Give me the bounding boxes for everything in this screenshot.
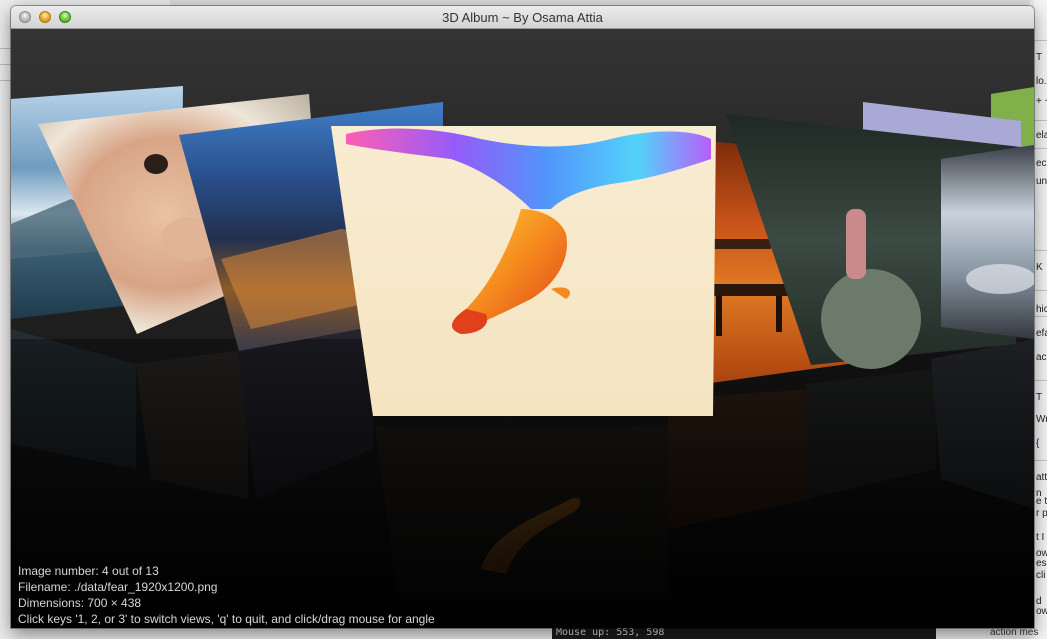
background-divider [1034, 460, 1047, 461]
background-right-snippet: ow [1036, 606, 1047, 617]
background-right-snippet: T [1036, 52, 1043, 63]
background-right-snippet: ec [1036, 158, 1047, 169]
background-divider [1034, 120, 1047, 121]
background-right-snippet: efa [1036, 328, 1047, 339]
filename-text: Filename: ./data/fear_1920x1200.png [18, 580, 218, 594]
background-right-snippet: atti [1036, 472, 1047, 483]
background-divider [1034, 250, 1047, 251]
photo-silver-car[interactable] [941, 145, 1034, 339]
background-right-snippet: ess [1036, 558, 1047, 569]
background-right-snippet: lo.c [1036, 76, 1047, 87]
background-footer-text: action mes [990, 627, 1039, 638]
background-right-snippet: r p [1036, 508, 1047, 519]
background-right-snippet: cli [1036, 570, 1046, 581]
background-right-snippet: { [1036, 438, 1040, 449]
dimensions-text: Dimensions: 700 × 438 [18, 596, 142, 610]
photo-carousel[interactable] [11, 29, 1034, 628]
background-terminal-output: Mouse up: 553, 598 [552, 627, 936, 639]
background-right-snippet: K [1036, 262, 1043, 273]
album-3d-canvas[interactable]: Image number: 4 out of 13 Filename: ./da… [11, 29, 1034, 628]
background-right-snippet: e to [1036, 496, 1047, 507]
background-divider [1034, 40, 1047, 41]
background-divider [1034, 290, 1047, 291]
title-bar[interactable]: 3D Album ~ By Osama Attia [11, 6, 1034, 29]
window-title: 3D Album ~ By Osama Attia [442, 10, 603, 25]
album-window: 3D Album ~ By Osama Attia Image number: … [11, 6, 1034, 628]
background-right-snippet: t I [1036, 532, 1045, 543]
background-right-snippet: ac [1036, 352, 1047, 363]
background-right-window: Tlo.c+ +elaecunKhicefaacTWr{attine tor p… [1034, 0, 1047, 639]
background-right-snippet: T [1036, 392, 1043, 403]
help-text: Click keys '1, 2, or 3' to switch views,… [18, 612, 435, 626]
background-right-snippet: Wr [1036, 414, 1047, 425]
image-number-text: Image number: 4 out of 13 [18, 564, 159, 578]
photo-koi-fish-selected[interactable] [331, 126, 716, 416]
background-right-snippet: + + [1036, 96, 1047, 107]
background-divider [1034, 316, 1047, 317]
background-divider [1034, 148, 1047, 149]
background-divider [1034, 380, 1047, 381]
background-right-snippet: ela [1036, 130, 1047, 141]
background-right-snippet: un [1036, 176, 1047, 187]
background-right-snippet: hic [1036, 304, 1047, 315]
